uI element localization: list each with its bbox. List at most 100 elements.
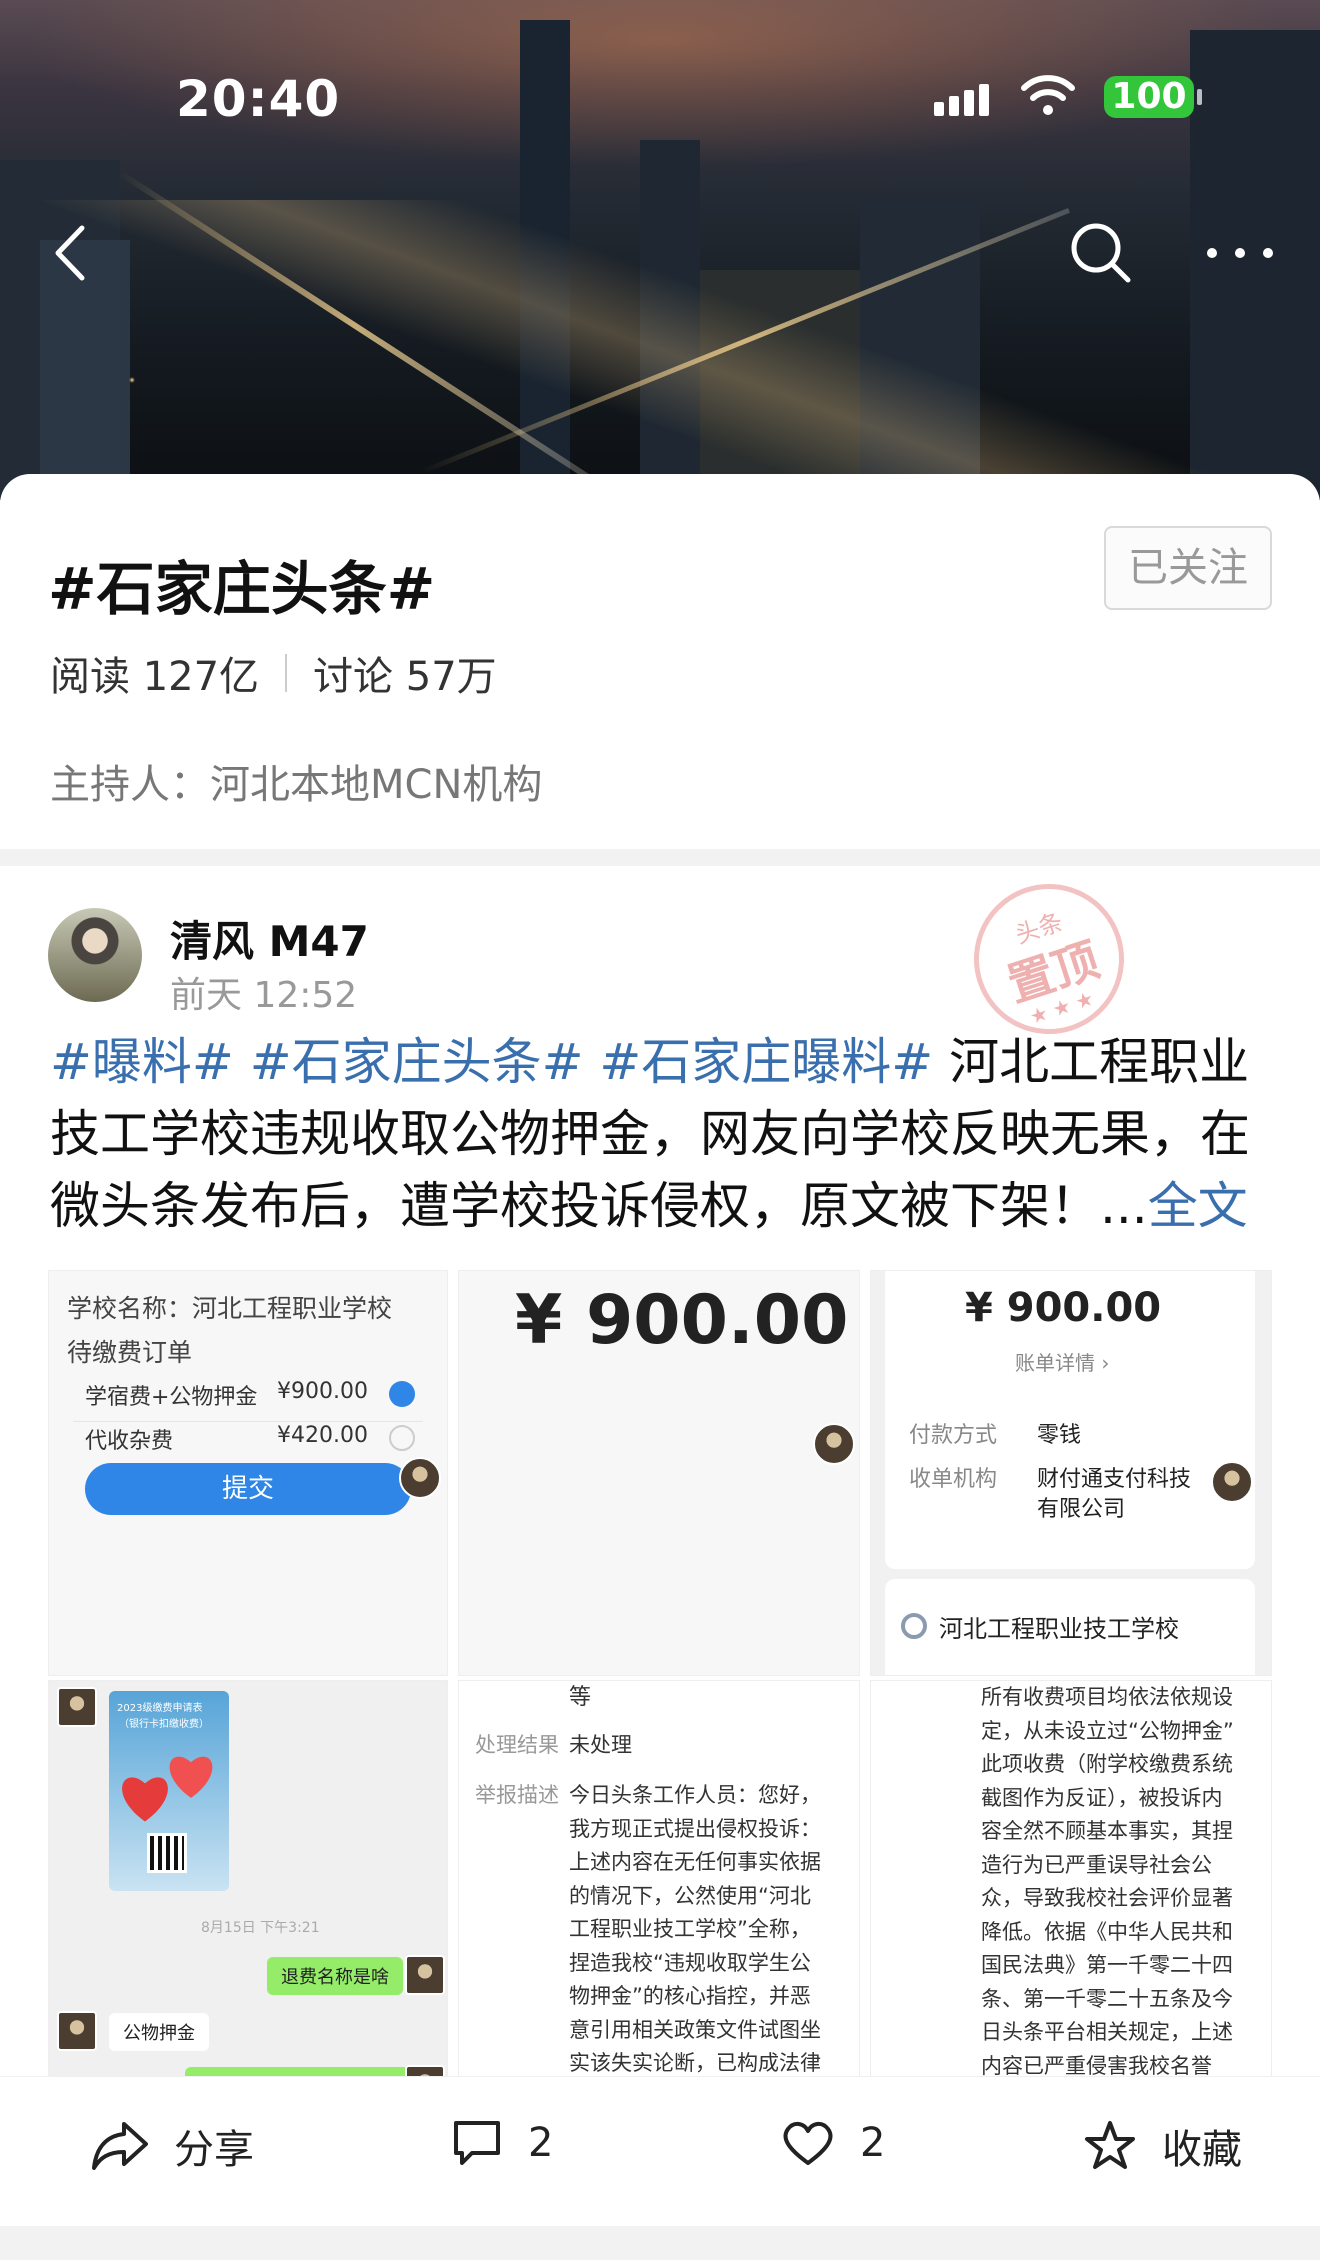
follow-button[interactable]: 已关注 [1104, 526, 1272, 610]
text-line: 造行为已严重误导社会公 [981, 1852, 1212, 1877]
watermark-avatar [399, 1457, 441, 1499]
post-image-2[interactable]: ¥ 900.00 [458, 1270, 860, 1676]
action-bar: 分享 2 2 收藏 [0, 2076, 1320, 2226]
read-count: 阅读 127亿 [50, 654, 260, 700]
post-image-6[interactable]: 所有收费项目均依法依规设 定，从未设立过“公物押金” 此项收费（附学校缴费系统 … [870, 1680, 1272, 2086]
topic-header-card: #石家庄头条# 已关注 阅读 127亿 讨论 57万 主持人：河北本地MCN机构 [0, 474, 1320, 849]
checked-icon [389, 1381, 415, 1407]
chat-message: 公物押金 [109, 2013, 209, 2051]
chat-avatar [57, 2011, 97, 2051]
text-line: 定，从未设立过“公物押金” [981, 1718, 1234, 1743]
school-name: 学校名称：河北工程职业学校 [67, 1294, 393, 1323]
heart-icon [783, 2122, 833, 2165]
fee-poster: 2023级缴费申请表 （银行卡扣缴收费） [109, 1691, 229, 1891]
receipt-amount: ¥ 900.00 [965, 1285, 1162, 1331]
share-label: 分享 [174, 2127, 254, 2173]
chat-avatar [405, 1955, 445, 1995]
back-icon[interactable] [44, 218, 104, 288]
hashtag-link[interactable]: #石家庄头条# [250, 1033, 584, 1091]
watermark-avatar [813, 1423, 855, 1465]
post-image-5[interactable]: 等 处理结果 未处理 举报描述 今日头条工作人员：您好， 我方现正式提出侵权投诉… [458, 1680, 860, 2086]
desc-line: 物押金”的核心指控，并恶 [569, 1984, 811, 2008]
status-time: 20:40 [176, 70, 341, 128]
complaint-description: 今日头条工作人员：您好， 我方现正式提出侵权投诉： 上述内容在无任何事实依据 的… [569, 1779, 821, 2081]
post-time: 前天 12:52 [170, 975, 358, 1016]
bottom-spacer [0, 2226, 1320, 2260]
text-line: 降低。依据《中华人民共和 [981, 1919, 1233, 1944]
star-icon [1085, 2121, 1135, 2169]
poster-title-1: 2023级缴费申请表 [117, 1703, 203, 1714]
pay-method-value: 零钱 [1037, 1423, 1082, 1448]
desc-line: 今日头条工作人员：您好， [569, 1783, 821, 1807]
share-button[interactable]: 分享 [90, 2117, 254, 2175]
share-icon [92, 2122, 148, 2170]
comment-button[interactable]: 2 [450, 2117, 553, 2169]
post-image-1[interactable]: 学校名称：河北工程职业学校 待缴费订单 学宿费+公物押金 ¥900.00 代收杂… [48, 1270, 448, 1676]
search-icon[interactable] [1066, 218, 1136, 288]
post-text[interactable]: #曝料# #石家庄头条# #石家庄曝料# 河北工程职业技工学校违规收取公物押金，… [50, 1026, 1280, 1242]
topic-host[interactable]: 主持人：河北本地MCN机构 [50, 752, 542, 810]
read-more-link[interactable]: 全文 [1148, 1177, 1248, 1235]
cellular-signal-icon [934, 84, 989, 116]
chat-message: 退费名称是啥 [267, 1957, 403, 1995]
topic-stats: 阅读 127亿 讨论 57万 [50, 644, 497, 702]
result-value: 未处理 [569, 1733, 632, 1757]
desc-line: 上述内容在无任何事实依据 [569, 1850, 821, 1874]
desc-line: 意引用相关政策文件试图坐 [569, 2017, 821, 2042]
acquirer-label: 收单机构 [909, 1467, 998, 1492]
post-card[interactable]: 清风 M47 前天 12:52 头条 置顶 ★★★ #曝料# #石家庄头条# #… [0, 864, 1320, 2260]
discussion-count: 讨论 57万 [313, 654, 497, 700]
desc-line: 我方现正式提出侵权投诉： [569, 1816, 821, 1841]
author-avatar[interactable] [48, 908, 142, 1002]
desc-label: 举报描述 [475, 1783, 559, 1807]
battery-icon: 100 [1104, 76, 1202, 118]
favorite-button[interactable]: 收藏 [1082, 2117, 1242, 2175]
text-line: 容全然不顾基本事实，其捏 [981, 1819, 1233, 1843]
merchant-icon [901, 1613, 927, 1639]
text-line: 国民法典》第一千零二十四 [981, 1953, 1233, 1977]
post-image-4[interactable]: 2023级缴费申请表 （银行卡扣缴收费） 8月15日 下午3:21 退费名称是啥… [48, 1680, 448, 2086]
author-name[interactable]: 清风 M47 [170, 908, 369, 969]
text-line: 众，导致我校社会评价显著 [981, 1886, 1233, 1910]
desc-line: 的情况下，公然使用“河北 [569, 1883, 811, 1908]
submit-button-image: 提交 [85, 1463, 411, 1515]
text-line: 截图作为反证），被投诉内 [981, 1785, 1223, 1810]
favorite-label: 收藏 [1162, 2127, 1242, 2173]
heart-balloon-icon [169, 1756, 213, 1798]
merchant-name: 河北工程职业技工学校 [939, 1615, 1179, 1643]
complaint-continued: 所有收费项目均依法依规设 定，从未设立过“公物押金” 此项收费（附学校缴费系统 … [981, 1681, 1234, 2083]
qr-code [147, 1833, 187, 1873]
fee-row-1-amount: ¥900.00 [277, 1379, 368, 1404]
text-line: 此项收费（附学校缴费系统 [981, 1752, 1233, 1776]
post-image-3[interactable]: ¥ 900.00 账单详情 › 付款方式 零钱 收单机构 财付通支付科技 有限公… [870, 1270, 1272, 1676]
pay-method-label: 付款方式 [909, 1423, 998, 1448]
topic-cover-image: 20:40 100 [0, 0, 1320, 500]
like-count: 2 [860, 2120, 886, 2166]
wifi-icon [1021, 75, 1075, 115]
text-line: 日头条平台相关规定，上述 [981, 2020, 1233, 2044]
acquirer-value-2: 有限公司 [1037, 1497, 1126, 1522]
acquirer-value-1: 财付通支付科技 [1037, 1467, 1192, 1492]
order-title: 待缴费订单 [67, 1338, 193, 1367]
divider [285, 654, 288, 692]
text-line: 条、第一千零二十五条及今 [981, 1986, 1233, 2011]
fee-row-2-amount: ¥420.00 [277, 1423, 368, 1448]
text-line: 所有收费项目均依法依规设 [981, 1685, 1233, 1709]
divider [73, 1421, 423, 1422]
desc-line: 捏造我校“违规收取学生公 [569, 1950, 811, 1975]
hashtag-link[interactable]: #曝料# [50, 1033, 234, 1091]
unchecked-icon [389, 1425, 415, 1451]
complaint-text: 等 [569, 1685, 592, 1710]
comment-icon [454, 2121, 500, 2165]
more-icon[interactable] [1200, 238, 1280, 268]
chat-time: 8月15日 下午3:21 [201, 1920, 320, 1936]
like-button[interactable]: 2 [780, 2117, 885, 2169]
comment-count: 2 [528, 2120, 554, 2166]
hashtag-link[interactable]: #石家庄曝料# [599, 1033, 933, 1091]
chat-avatar [57, 1687, 97, 1727]
status-bar: 20:40 100 [0, 60, 1320, 130]
bill-detail-link: 账单详情 › [1015, 1351, 1110, 1375]
fee-row-1-label: 学宿费+公物押金 [85, 1385, 258, 1410]
page: 20:40 100 #石家庄头条# 已关注 阅读 127亿 讨论 57万 主持人… [0, 0, 1320, 2260]
topic-title: #石家庄头条# [48, 555, 436, 623]
